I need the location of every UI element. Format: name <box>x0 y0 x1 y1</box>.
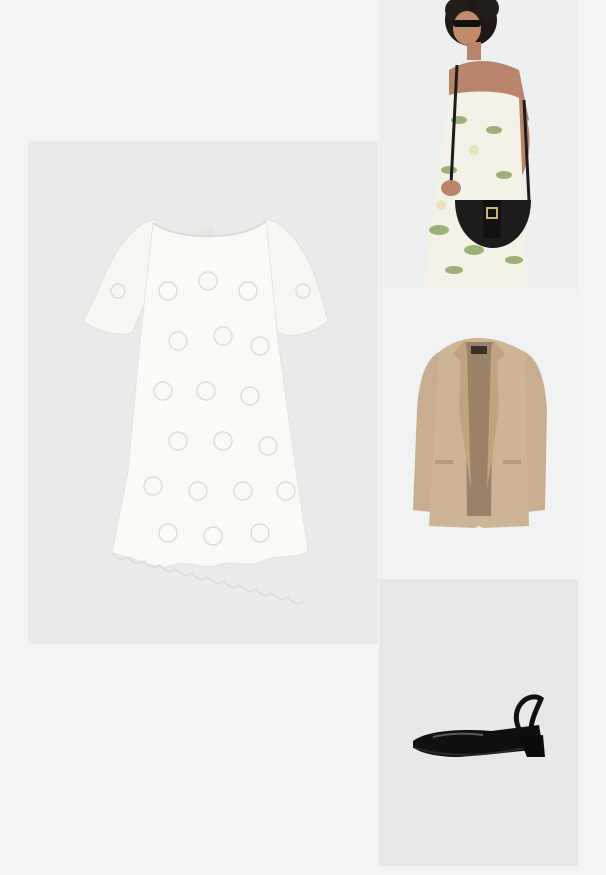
dress-illustration <box>28 141 378 644</box>
black-patent-slingback-shoe-image[interactable] <box>379 579 578 866</box>
model-illustration <box>379 0 578 289</box>
beige-blazer-image[interactable] <box>379 290 578 578</box>
blazer-illustration <box>379 290 578 578</box>
model-with-black-crossbody-bag-image[interactable] <box>379 0 578 289</box>
shoe-illustration <box>379 579 578 866</box>
white-eyelet-dress-image[interactable] <box>28 141 378 644</box>
outfit-collage <box>0 0 606 875</box>
